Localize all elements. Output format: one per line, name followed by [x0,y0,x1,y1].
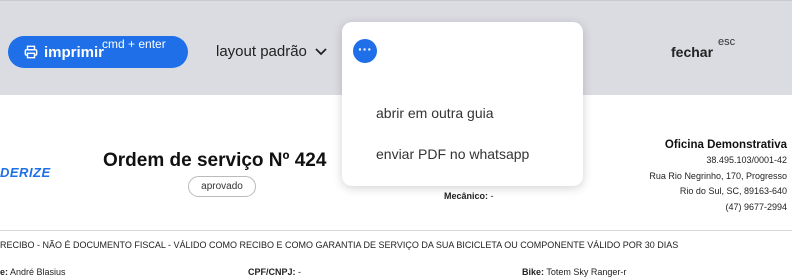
print-button-label: imprimir [44,43,105,61]
company-cnpj: 38.495.103/0001-42 [706,155,787,165]
chevron-down-icon [315,47,327,55]
more-options-button[interactable]: ··· [353,39,377,63]
close-shortcut-hint: esc [718,36,736,48]
close-button[interactable]: fechar esc [671,36,735,60]
company-address: Rua Rio Negrinho, 170, Progresso [649,170,787,181]
status-badge: aprovado [188,176,256,197]
client-value: André Blasius [10,267,66,277]
company-logo: DERIZE [0,165,51,180]
mechanic-field: Mecânico: - [444,191,494,201]
bike-field: Bike: Totem Sky Ranger-r [522,267,626,277]
client-label: e: [0,267,9,277]
company-name: Oficina Demonstrativa [664,139,787,151]
print-button[interactable]: imprimir cmd + enter [8,36,188,68]
bike-label: Bike: [522,267,545,277]
company-info: Oficina Demonstrativa 38.495.103/0001-42… [649,137,787,215]
bike-value: Totem Sky Ranger-r [546,267,627,277]
cpf-field: CPF/CNPJ: - [248,267,301,277]
print-shortcut-hint: cmd + enter [102,37,166,51]
cpf-label: CPF/CNPJ: [248,267,296,277]
more-dots-icon: ··· [358,41,372,57]
layout-dropdown[interactable]: layout padrão [216,43,327,60]
page-title: Ordem de serviço Nº 424 [103,150,327,171]
menu-item-open-new-tab[interactable]: abrir em outra guia [376,105,494,121]
cpf-value: - [298,267,302,277]
receipt-note: RECIBO - NÃO É DOCUMENTO FISCAL - VÁLIDO… [0,240,679,250]
printer-icon [24,45,38,59]
mechanic-value: - [490,191,494,201]
more-options-menu: ··· abrir em outra guia enviar PDF no wh… [342,22,583,186]
close-button-label: fechar [671,44,714,60]
menu-item-send-whatsapp[interactable]: enviar PDF no whatsapp [376,146,529,162]
mechanic-label: Mecânico: [444,191,489,201]
client-field: e: André Blasius [0,267,66,277]
company-phone: (47) 9677-2994 [725,201,787,212]
company-city: Rio do Sul, SC, 89163-640 [679,186,787,196]
divider [0,230,792,231]
layout-dropdown-label: layout padrão [216,43,307,60]
